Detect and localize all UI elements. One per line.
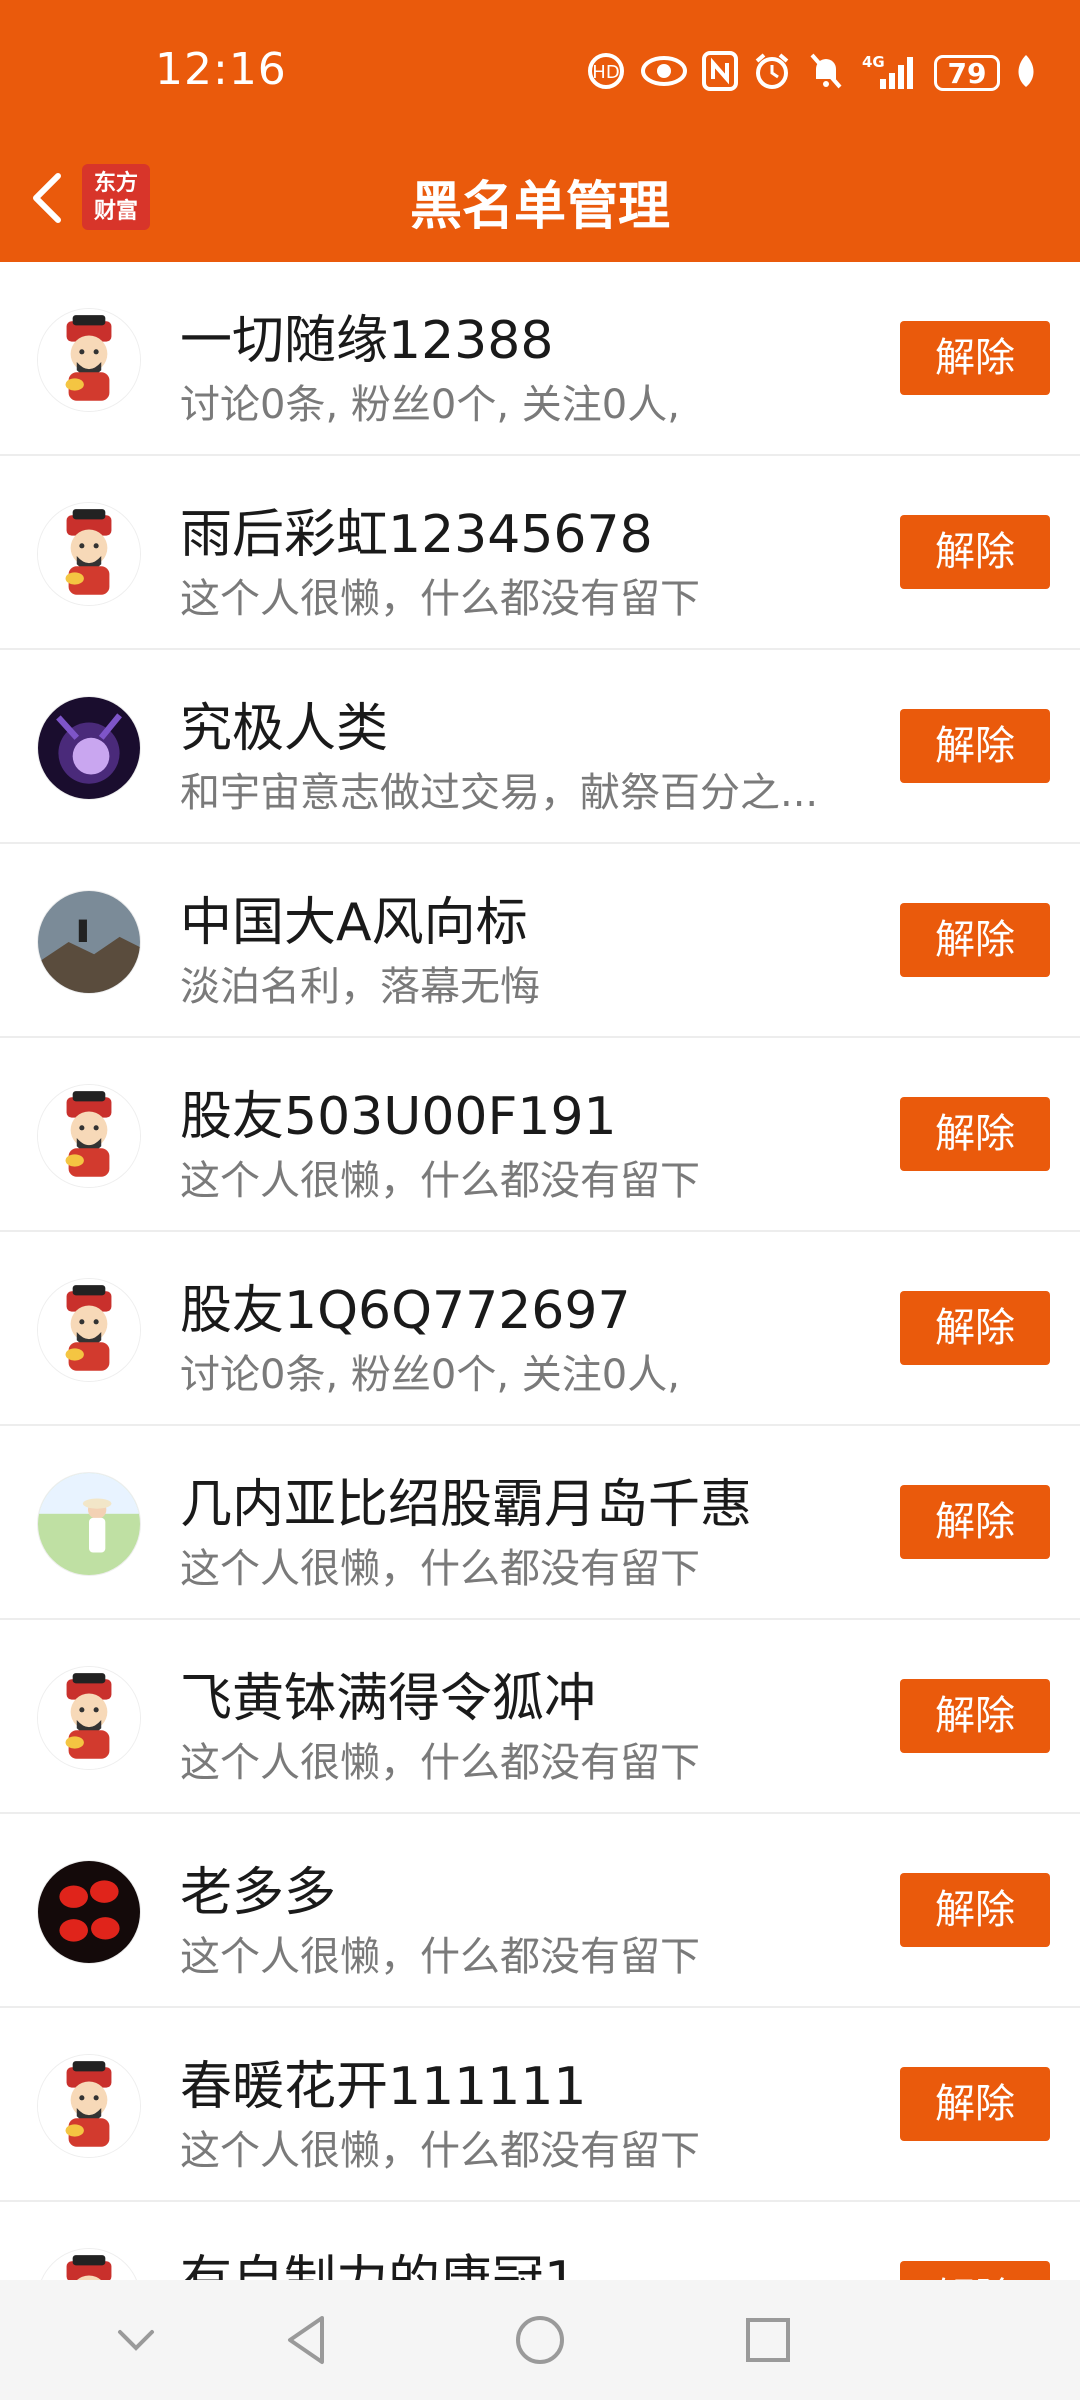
girl-field-avatar[interactable] — [37, 1472, 141, 1576]
user-description: 讨论0条, 粉丝0个, 关注0人, — [180, 1352, 680, 1398]
god-of-wealth-avatar[interactable] — [37, 1666, 141, 1770]
top-bar: 12:16 HD 4G 79 东方 财富 黑名单管理 — [0, 0, 1080, 262]
battery-icon: 79 — [934, 55, 1000, 91]
unblock-button[interactable]: 解除 — [900, 903, 1050, 977]
collapse-icon[interactable] — [104, 2308, 168, 2372]
list-item: 有自制力的唐冠1 解除 — [0, 2202, 1080, 2280]
recents-square-icon[interactable] — [736, 2308, 800, 2372]
leaf-icon — [1014, 51, 1038, 95]
unblock-button[interactable]: 解除 — [900, 2067, 1050, 2141]
user-description: 这个人很懒，什么都没有留下 — [180, 2128, 700, 2174]
god-of-wealth-avatar[interactable] — [37, 2248, 141, 2280]
landscape-avatar[interactable] — [37, 890, 141, 994]
list-item: 究极人类和宇宙意志做过交易，献祭百分之... 解除 — [0, 650, 1080, 844]
user-name[interactable]: 股友1Q6Q772697 — [180, 1268, 631, 1343]
nav-header: 东方 财富 黑名单管理 — [0, 150, 1080, 240]
god-of-wealth-avatar[interactable] — [37, 308, 141, 412]
user-description: 这个人很懒，什么都没有留下 — [180, 1740, 700, 1786]
user-name[interactable]: 飞黄钵满得令狐冲 — [180, 1656, 596, 1731]
unblock-button[interactable]: 解除 — [900, 1485, 1050, 1559]
svg-text:HD: HD — [592, 62, 619, 83]
user-description: 这个人很懒，什么都没有留下 — [180, 1934, 700, 1980]
god-of-wealth-avatar[interactable] — [37, 1084, 141, 1188]
home-circle-icon[interactable] — [508, 2308, 572, 2372]
unblock-button[interactable]: 解除 — [900, 1679, 1050, 1753]
alarm-icon — [752, 51, 792, 95]
user-name[interactable]: 一切随缘12388 — [180, 298, 553, 373]
user-name[interactable]: 究极人类 — [180, 686, 388, 761]
unblock-button[interactable]: 解除 — [900, 2261, 1050, 2280]
user-description: 讨论0条, 粉丝0个, 关注0人, — [180, 382, 680, 428]
back-triangle-icon[interactable] — [276, 2308, 340, 2372]
unblock-button[interactable]: 解除 — [900, 515, 1050, 589]
svg-text:4G: 4G — [862, 53, 885, 71]
list-item: 股友503U00F191 这个人很懒，什么都没有留下 解除 — [0, 1038, 1080, 1232]
red-lanterns-avatar[interactable] — [37, 1860, 141, 1964]
user-description: 这个人很懒，什么都没有留下 — [180, 1546, 700, 1592]
god-of-wealth-avatar[interactable] — [37, 1278, 141, 1382]
unblock-button[interactable]: 解除 — [900, 1873, 1050, 1947]
dark-purple-avatar[interactable] — [37, 696, 141, 800]
god-of-wealth-avatar[interactable] — [37, 2054, 141, 2158]
user-description: 这个人很懒，什么都没有留下 — [180, 1158, 700, 1204]
user-name[interactable]: 股友503U00F191 — [180, 1074, 617, 1149]
unblock-button[interactable]: 解除 — [900, 709, 1050, 783]
user-name[interactable]: 雨后彩虹12345678 — [180, 492, 653, 567]
nfc-icon — [702, 51, 738, 95]
list-item: 老多多这个人很懒，什么都没有留下 解除 — [0, 1814, 1080, 2008]
user-description: 和宇宙意志做过交易，献祭百分之... — [180, 770, 819, 816]
list-item: 几内亚比绍股霸月岛千惠这个人很懒，什么都没有留下 解除 — [0, 1426, 1080, 1620]
unblock-button[interactable]: 解除 — [900, 321, 1050, 395]
list-item: 中国大A风向标淡泊名利，落幕无悔 解除 — [0, 844, 1080, 1038]
list-item: 股友1Q6Q772697 讨论0条, 粉丝0个, 关注0人, 解除 — [0, 1232, 1080, 1426]
blacklist-list: 一切随缘12388 讨论0条, 粉丝0个, 关注0人, 解除 雨后彩虹12345678… — [0, 262, 1080, 2280]
mute-icon — [806, 51, 846, 95]
unblock-button[interactable]: 解除 — [900, 1097, 1050, 1171]
eye-icon — [640, 51, 688, 95]
list-item: 飞黄钵满得令狐冲这个人很懒，什么都没有留下 解除 — [0, 1620, 1080, 1814]
user-name[interactable]: 有自制力的唐冠1 — [180, 2238, 577, 2280]
hd-call-icon: HD — [586, 51, 626, 95]
status-icons: HD 4G 79 — [586, 50, 1038, 96]
list-item: 一切随缘12388 讨论0条, 粉丝0个, 关注0人, 解除 — [0, 262, 1080, 456]
page-title: 黑名单管理 — [409, 177, 670, 237]
user-description: 这个人很懒，什么都没有留下 — [180, 576, 700, 622]
system-nav-bar — [0, 2280, 1080, 2400]
user-name[interactable]: 老多多 — [180, 1850, 336, 1925]
user-name[interactable]: 春暖花开111111 — [180, 2044, 587, 2119]
status-time: 12:16 — [155, 44, 287, 95]
user-description: 淡泊名利，落幕无悔 — [180, 964, 540, 1010]
list-item: 雨后彩虹12345678 这个人很懒，什么都没有留下 解除 — [0, 456, 1080, 650]
unblock-button[interactable]: 解除 — [900, 1291, 1050, 1365]
user-name[interactable]: 几内亚比绍股霸月岛千惠 — [180, 1462, 752, 1537]
god-of-wealth-avatar[interactable] — [37, 502, 141, 606]
list-item: 春暖花开111111 这个人很懒，什么都没有留下 解除 — [0, 2008, 1080, 2202]
user-name[interactable]: 中国大A风向标 — [180, 880, 528, 955]
4g-signal-icon: 4G — [860, 51, 920, 95]
